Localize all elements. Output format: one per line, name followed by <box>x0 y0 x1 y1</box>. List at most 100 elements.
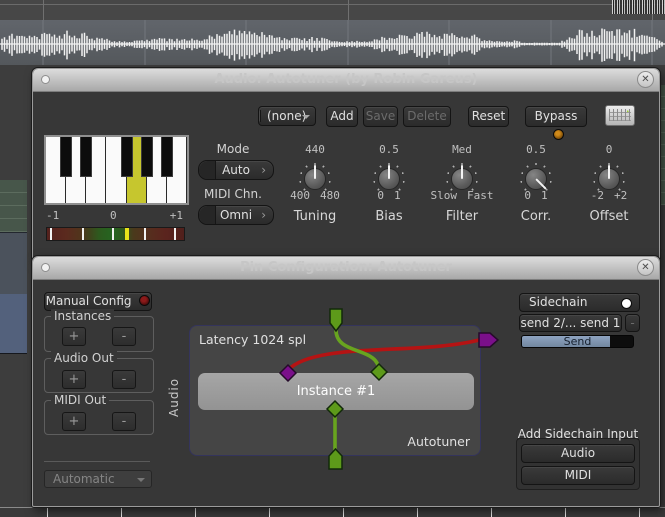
meter-tick <box>112 228 114 240</box>
instances-label: Instances <box>51 309 114 323</box>
ardour-editor-background: Audio: Autotuner (by Robin Gareus) ✕ (no… <box>0 0 665 517</box>
close-icon[interactable]: ✕ <box>637 259 654 276</box>
midi-out-minus-button[interactable]: - <box>112 412 136 431</box>
black-key[interactable] <box>60 137 72 177</box>
save-preset-button: Save <box>363 106 398 127</box>
knob-value: 0.5 <box>352 143 426 156</box>
mode-dropdown[interactable]: Auto › <box>198 160 274 180</box>
send-level-bar[interactable]: Send <box>521 335 634 348</box>
instance-box[interactable]: Instance #1 <box>198 373 474 410</box>
instances-minus-button[interactable]: - <box>112 327 136 346</box>
waveform <box>0 20 665 65</box>
preset-dropdown[interactable]: (none) <box>258 106 316 126</box>
sidechain-label: Sidechain <box>529 295 587 309</box>
bypass-led <box>553 129 564 140</box>
add-preset-button[interactable]: Add <box>326 106 358 127</box>
chevron-right-icon: › <box>261 161 266 179</box>
knob-name: Bias <box>352 209 426 224</box>
separator <box>44 461 150 462</box>
sidechain-source-button[interactable]: send 2/... send 1 <box>519 314 622 332</box>
add-sidechain-audio-button[interactable]: Audio <box>521 444 635 463</box>
keyboard-icon[interactable] <box>605 105 635 126</box>
knob-min: 400 <box>278 189 310 202</box>
add-sidechain-header: Add Sidechain Input <box>516 427 640 441</box>
knob-pointer <box>314 165 316 179</box>
piano-keyboard[interactable] <box>44 135 189 205</box>
bypass-label: Bypass <box>535 109 578 123</box>
sidechain-toggle-button[interactable]: Sidechain <box>519 293 640 312</box>
knob-name: Filter <box>425 209 499 224</box>
knob-value: 440 <box>278 143 352 156</box>
midi-out-plus-button[interactable]: + <box>62 412 86 431</box>
ruler-tick <box>121 508 122 517</box>
knob-max: 1 <box>541 189 573 202</box>
knob-max: 480 <box>320 189 352 202</box>
black-key[interactable] <box>141 137 153 177</box>
sidechain-remove-button[interactable]: - <box>625 314 640 332</box>
sidechain-pin[interactable] <box>479 333 498 347</box>
black-key[interactable] <box>121 137 133 177</box>
knob-value: 0 <box>572 143 646 156</box>
ruler-tick <box>639 508 640 517</box>
midi-channel-dropdown[interactable]: Omni › <box>198 205 274 225</box>
meter-zero: 0 <box>110 209 117 222</box>
pin-configuration-window: Pin Configuration: Autotuner ✕ Manual Co… <box>32 256 660 507</box>
pin-window-title: Pin Configuration: Autotuner <box>33 260 659 275</box>
meter-tick <box>50 228 52 240</box>
meter-cursor <box>125 228 129 240</box>
knob-value: 0.5 <box>499 143 573 156</box>
ruler-tick <box>195 508 196 517</box>
knob-name: Tuning <box>278 209 352 224</box>
meter-min: -1 <box>46 209 59 222</box>
knob-min: 0 <box>499 189 531 202</box>
timeline-bar <box>0 0 665 21</box>
close-icon[interactable]: ✕ <box>637 71 654 88</box>
ruler-tick <box>417 508 418 517</box>
midi-out-group: MIDI Out <box>44 400 154 435</box>
pitch-meter <box>46 227 185 241</box>
midi-out-label: MIDI Out <box>51 393 109 407</box>
audio-out-plus-button[interactable]: + <box>62 370 86 389</box>
knob-corr: 0.5 0 1 Corr. <box>499 143 573 239</box>
knob-offset: 0 -2 +2 Offset <box>572 143 646 239</box>
audio-row-label: Audio <box>167 367 181 417</box>
ruler-tick <box>491 508 492 517</box>
midi-channel-value: Omni <box>220 208 252 222</box>
knob-min: Slow <box>425 189 457 202</box>
knob-max: Fast <box>467 189 499 202</box>
meter-tick <box>82 228 84 240</box>
delete-preset-button: Delete <box>403 106 451 127</box>
track-lane-left <box>0 180 27 232</box>
plugin-pin-panel[interactable]: Latency 1024 spl Autotuner Instance #1 <box>189 325 481 456</box>
waveform-fragment <box>612 0 665 14</box>
send-label: Send <box>522 335 633 348</box>
manual-config-label: Manual Config <box>46 294 132 308</box>
pin-window-titlebar[interactable]: Pin Configuration: Autotuner ✕ <box>33 257 659 280</box>
grid-line <box>348 0 349 20</box>
instances-group: Instances <box>44 316 154 352</box>
preset-value: (none) <box>267 109 306 123</box>
knob-pointer <box>461 165 463 179</box>
midi-channel-label: MIDI Chn. <box>202 187 264 201</box>
plugin-window: Audio: Autotuner (by Robin Gareus) ✕ (no… <box>32 68 660 260</box>
reset-button[interactable]: Reset <box>468 106 509 127</box>
region-block-left <box>0 294 27 354</box>
meter-tick <box>144 228 146 240</box>
knob-min: -2 <box>572 189 604 202</box>
add-sidechain-midi-button[interactable]: MIDI <box>521 466 635 485</box>
black-key[interactable] <box>80 137 92 177</box>
instances-plus-button[interactable]: + <box>62 327 86 346</box>
automatic-dropdown[interactable]: Automatic <box>44 470 152 488</box>
knob-filter: Med Slow Fast Filter <box>425 143 499 239</box>
knob-tuning: 440 400 480 Tuning <box>278 143 352 239</box>
black-key[interactable] <box>161 137 173 177</box>
audio-out-minus-button[interactable]: - <box>112 370 136 389</box>
chevron-right-icon: › <box>261 206 266 224</box>
mode-label: Mode <box>202 142 264 156</box>
plugin-name-label: Autotuner <box>407 434 470 449</box>
plugin-window-titlebar[interactable]: Audio: Autotuner (by Robin Gareus) ✕ <box>33 69 659 92</box>
knob-value: Med <box>425 143 499 156</box>
bypass-button[interactable]: Bypass <box>525 106 587 127</box>
audio-out-label: Audio Out <box>51 351 117 365</box>
grid-line <box>43 0 44 20</box>
